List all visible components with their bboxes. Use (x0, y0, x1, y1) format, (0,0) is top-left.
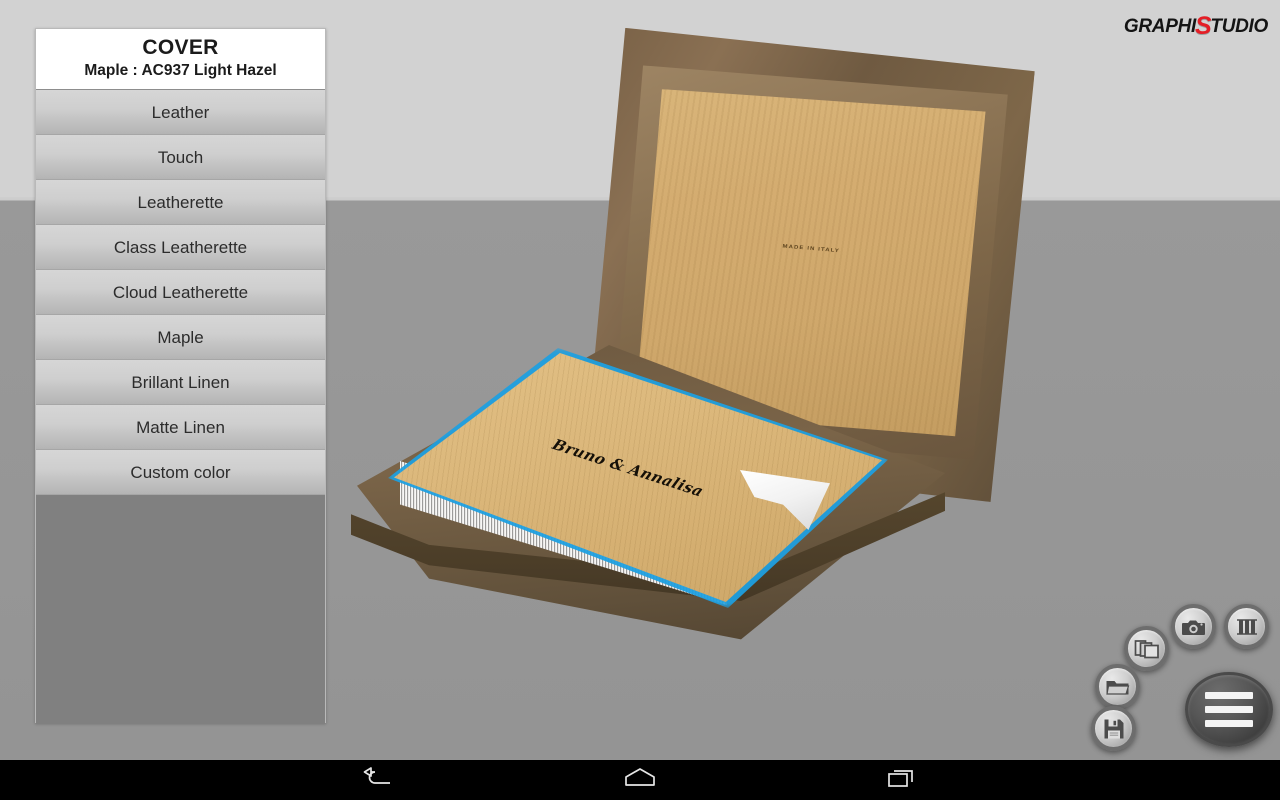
hamburger-icon-bar-3 (1205, 720, 1253, 727)
layout-button[interactable] (1224, 604, 1269, 649)
material-item-brillant-linen[interactable]: Brillant Linen (36, 360, 325, 405)
camera-button[interactable] (1171, 604, 1216, 649)
front-cover-surface: Bruno & Annalisa (394, 353, 882, 602)
material-item-leather[interactable]: Leather (36, 90, 325, 135)
home-icon (623, 767, 657, 794)
nav-recents-button[interactable] (877, 760, 927, 800)
material-item-maple[interactable]: Maple (36, 315, 325, 360)
material-item-leatherette[interactable]: Leatherette (36, 180, 325, 225)
cover-material-panel: COVER Maple : AC937 Light Hazel Leather … (35, 28, 326, 724)
main-menu-button[interactable] (1185, 672, 1273, 747)
nav-home-button[interactable] (615, 760, 665, 800)
panel-subtitle: Maple : AC937 Light Hazel (84, 62, 277, 79)
hamburger-icon-bar-2 (1205, 706, 1253, 713)
material-item-custom-color[interactable]: Custom color (36, 450, 325, 495)
panel-empty-area (36, 495, 325, 724)
open-button[interactable] (1095, 664, 1140, 709)
copy-icon (1134, 638, 1160, 660)
android-navigation-bar (0, 760, 1280, 800)
folder-icon (1105, 677, 1130, 697)
front-cover-selected[interactable]: Bruno & Annalisa (388, 348, 888, 608)
panel-title: COVER (142, 36, 219, 59)
nav-back-button[interactable] (353, 760, 403, 800)
save-button[interactable] (1091, 706, 1136, 751)
app-root: GRAPHISTUDIO MADE IN ITALY Bruno & Annal… (0, 0, 1280, 800)
material-item-matte-linen[interactable]: Matte Linen (36, 405, 325, 450)
back-icon (362, 766, 394, 794)
duplicate-button[interactable] (1124, 626, 1169, 671)
made-in-italy-engraving: MADE IN ITALY (782, 244, 841, 255)
material-item-touch[interactable]: Touch (36, 135, 325, 180)
camera-icon (1181, 617, 1206, 637)
recents-icon (887, 766, 917, 795)
material-item-class-leatherette[interactable]: Class Leatherette (36, 225, 325, 270)
layout-icon (1235, 616, 1259, 638)
save-icon (1103, 718, 1125, 740)
material-item-cloud-leatherette[interactable]: Cloud Leatherette (36, 270, 325, 315)
cover-name-engraving: Bruno & Annalisa (549, 435, 707, 500)
panel-header: COVER Maple : AC937 Light Hazel (36, 29, 325, 90)
material-list: Leather Touch Leatherette Class Leathere… (36, 90, 325, 495)
hamburger-icon-bar-1 (1205, 692, 1253, 699)
